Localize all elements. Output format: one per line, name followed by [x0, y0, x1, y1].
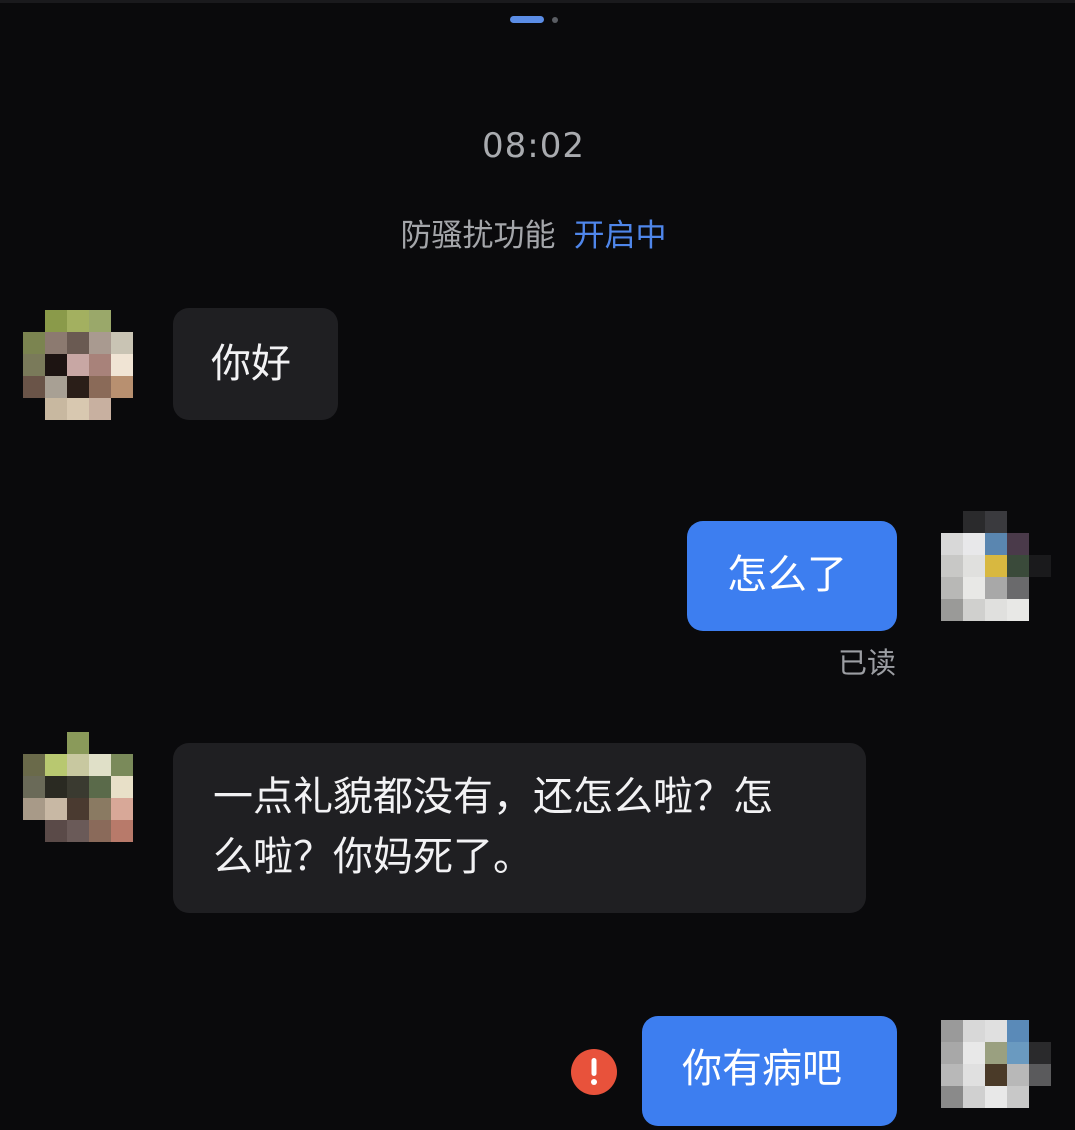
page-indicator-inactive-dot	[552, 17, 558, 23]
message-text: 你有病吧	[682, 1046, 842, 1092]
message-timestamp: 08:02	[482, 126, 585, 166]
send-failed-icon[interactable]	[571, 1049, 617, 1095]
top-edge-divider	[0, 0, 1075, 3]
outgoing-message-bubble[interactable]: 你有病吧	[642, 1016, 897, 1126]
message-text: 你好	[211, 341, 291, 387]
page-indicator	[0, 16, 1075, 26]
message-text-line: 么啦？你妈死了。	[213, 834, 533, 880]
self-avatar[interactable]	[941, 1020, 1051, 1130]
anti-harassment-label: 防骚扰功能	[400, 218, 556, 254]
contact-avatar[interactable]	[23, 732, 133, 842]
read-receipt: 已读	[837, 646, 896, 680]
anti-harassment-status-link[interactable]: 开启中	[574, 218, 667, 254]
contact-avatar[interactable]	[23, 310, 133, 420]
message-text-line: 一点礼貌都没有，还怎么啦？怎	[213, 774, 773, 820]
incoming-message-bubble[interactable]: 你好	[173, 308, 338, 420]
incoming-message-bubble[interactable]: 一点礼貌都没有，还怎么啦？怎 么啦？你妈死了。	[173, 743, 866, 913]
message-text: 怎么了	[727, 552, 847, 598]
outgoing-message-bubble[interactable]: 怎么了	[687, 521, 897, 631]
self-avatar[interactable]	[941, 511, 1051, 621]
page-indicator-active-dot	[510, 16, 544, 23]
exclamation-icon	[591, 1058, 597, 1085]
anti-harassment-notice: 防骚扰功能 开启中	[0, 210, 1067, 255]
